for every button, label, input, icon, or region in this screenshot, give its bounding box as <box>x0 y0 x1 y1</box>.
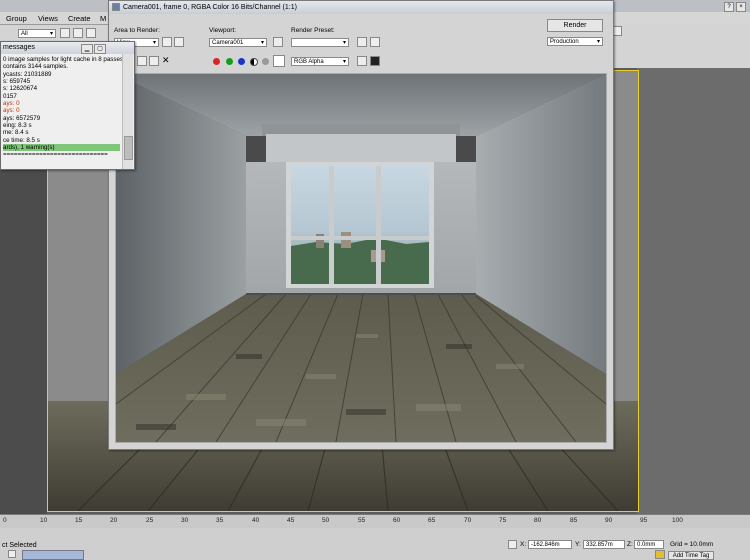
render-window-app-icon <box>112 3 120 11</box>
timeline-tick: 45 <box>287 517 295 524</box>
message-line: 0 image samples for light cache in 8 pas… <box>3 56 125 63</box>
monochrome-icon[interactable] <box>262 58 269 65</box>
message-line: s: 12620674 <box>3 85 38 92</box>
x-coord-label: X: <box>520 541 527 548</box>
timeline-tick: 60 <box>393 517 401 524</box>
message-line: ============================= <box>3 151 108 158</box>
z-coord-label: Z: <box>627 541 633 548</box>
message-line: ce time: 8.5 s <box>3 137 40 144</box>
timeline-tick: 80 <box>534 517 542 524</box>
lock-viewport-icon[interactable] <box>273 37 283 47</box>
message-line: 0157 <box>3 93 17 100</box>
vray-messages-window[interactable]: messages ▁ ▢ 0 image samples for light c… <box>0 41 135 170</box>
timeline-tick: 70 <box>464 517 472 524</box>
render-preset-label: Render Preset: <box>291 27 335 34</box>
timeline-tick: 35 <box>216 517 224 524</box>
messages-title: messages <box>3 44 35 51</box>
environment-icon[interactable] <box>370 37 380 47</box>
message-line: contains 3144 samples. <box>3 63 69 70</box>
blue-channel-icon[interactable] <box>238 58 245 65</box>
alpha-channel-icon[interactable] <box>250 58 258 66</box>
message-line: ays: 0 <box>3 100 20 107</box>
key-icon[interactable] <box>655 550 665 559</box>
viewport-label: Viewport: <box>209 27 236 34</box>
message-line: eing: 8.3 s <box>3 122 32 129</box>
messages-title-bar[interactable]: messages ▁ ▢ <box>1 42 134 54</box>
auto-region-icon[interactable] <box>174 37 184 47</box>
status-bar: ct Selected X: -162.846m Y: 332.857m Z: … <box>0 528 750 560</box>
render-setup-icon[interactable] <box>357 37 367 47</box>
toggle-ui-overlay-icon[interactable] <box>357 56 367 66</box>
close-app-button[interactable]: × <box>736 2 746 12</box>
select-object-icon[interactable] <box>60 28 70 38</box>
grid-size: Grid = 10.0mm <box>670 541 714 548</box>
absolute-mode-icon[interactable] <box>508 540 517 549</box>
messages-restore-button[interactable]: ▢ <box>94 44 106 54</box>
y-coord-label: Y: <box>575 541 581 548</box>
timeline-tick: 65 <box>428 517 436 524</box>
selection-status: ct Selected <box>2 542 37 549</box>
timeline-tick: 55 <box>358 517 366 524</box>
red-channel-icon[interactable] <box>213 58 220 65</box>
toggle-ui-icon[interactable] <box>370 56 380 66</box>
help-button[interactable]: ? <box>724 2 734 12</box>
timeline-tick: 95 <box>640 517 648 524</box>
render-preset-dropdown[interactable] <box>291 38 349 48</box>
messages-scrollbar[interactable] <box>122 54 133 169</box>
timeline-tick: 85 <box>570 517 578 524</box>
timeline-tick: 0 <box>3 517 7 524</box>
render-window-title-bar[interactable]: Camera001, frame 0, RGBA Color 16 Bits/C… <box>109 1 613 14</box>
messages-scroll-thumb[interactable] <box>124 136 133 160</box>
display-channel-dropdown[interactable]: RGB Alpha <box>291 57 349 67</box>
message-line: me: 8.4 s <box>3 129 29 136</box>
rendered-image <box>115 73 607 443</box>
timeline-bar[interactable]: 0 10 15 20 25 30 35 40 45 50 55 60 65 70… <box>0 514 750 529</box>
timeline-tick: 40 <box>252 517 260 524</box>
message-line: ycasts: 21031889 <box>3 71 52 78</box>
lock-selection-icon[interactable] <box>8 550 16 558</box>
timeline-tick: 50 <box>322 517 330 524</box>
timeline-tick: 20 <box>110 517 118 524</box>
print-icon[interactable] <box>149 56 159 66</box>
messages-minimize-button[interactable]: ▁ <box>81 44 93 54</box>
add-time-tag-button[interactable]: Add Time Tag <box>668 551 714 560</box>
z-coord-field[interactable]: 0.0mm <box>634 540 664 549</box>
message-line-highlight: ards), 1 warning(s) <box>3 144 120 151</box>
menu-views[interactable]: Views <box>38 14 58 23</box>
render-button[interactable]: Render <box>547 19 603 32</box>
message-line: ays: 6572579 <box>3 115 41 122</box>
rect-selection-icon[interactable] <box>86 28 96 38</box>
save-image-icon[interactable] <box>137 56 147 66</box>
render-window-title: Camera001, frame 0, RGBA Color 16 Bits/C… <box>123 4 297 11</box>
green-channel-icon[interactable] <box>226 58 233 65</box>
message-line: ays: 0 <box>3 107 20 114</box>
timeline-tick: 30 <box>181 517 189 524</box>
timeline-tick: 100 <box>672 517 683 524</box>
viewport-dropdown[interactable]: Camera001 <box>209 38 267 48</box>
maxscript-listener[interactable] <box>22 550 84 560</box>
right-toolbar: ? × <box>612 2 750 68</box>
area-to-render-label: Area to Render: <box>114 27 160 34</box>
right-viewport-area <box>637 68 750 514</box>
timeline-tick: 15 <box>75 517 83 524</box>
color-swatch[interactable] <box>273 55 285 67</box>
menu-group[interactable]: Group <box>6 14 27 23</box>
y-coord-field[interactable]: 332.857m <box>583 540 625 549</box>
timeline-tick: 25 <box>146 517 154 524</box>
x-coord-field[interactable]: -162.846m <box>528 540 572 549</box>
timeline-tick: 10 <box>40 517 48 524</box>
edit-region-icon[interactable] <box>162 37 172 47</box>
rendered-frame-window[interactable]: Camera001, frame 0, RGBA Color 16 Bits/C… <box>108 0 614 450</box>
select-by-name-icon[interactable] <box>73 28 83 38</box>
clear-icon[interactable]: ✕ <box>162 55 170 66</box>
message-line: s: 659745 <box>3 78 31 85</box>
timeline-tick: 75 <box>499 517 507 524</box>
selection-filter-dropdown[interactable]: All <box>18 29 56 39</box>
menu-more[interactable]: M <box>100 14 106 23</box>
menu-create[interactable]: Create <box>68 14 91 23</box>
production-dropdown[interactable]: Production <box>547 37 603 47</box>
timeline-tick: 90 <box>605 517 613 524</box>
